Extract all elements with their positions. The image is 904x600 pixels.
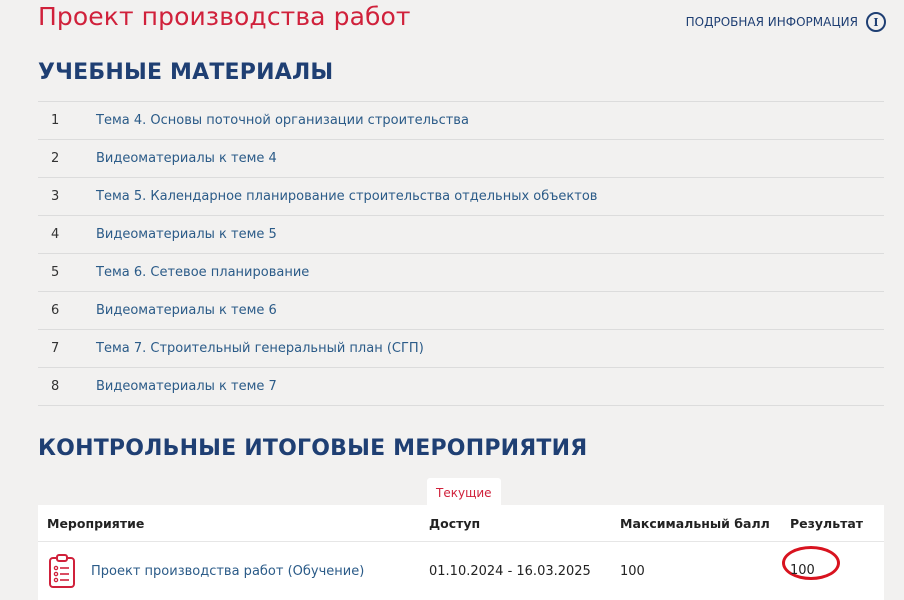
page-title: Проект производства работ bbox=[38, 2, 411, 31]
clipboard-list-icon bbox=[49, 554, 75, 588]
list-item: 7 Тема 7. Строительный генеральный план … bbox=[38, 329, 884, 367]
material-link[interactable]: Видеоматериалы к теме 7 bbox=[96, 379, 277, 394]
events-heading: КОНТРОЛЬНЫЕ ИТОГОВЫЕ МЕРОПРИЯТИЯ bbox=[38, 436, 588, 461]
item-number: 6 bbox=[51, 303, 60, 318]
item-number: 5 bbox=[51, 265, 60, 280]
material-link[interactable]: Тема 5. Календарное планирование строите… bbox=[96, 189, 597, 204]
event-link[interactable]: Проект производства работ (Обучение) bbox=[91, 564, 364, 579]
table-row: Проект производства работ (Обучение) 01.… bbox=[38, 541, 884, 600]
max-score: 100 bbox=[620, 563, 645, 579]
item-number: 7 bbox=[51, 341, 60, 356]
list-item: 1 Тема 4. Основы поточной организации ст… bbox=[38, 101, 884, 139]
materials-list: 1 Тема 4. Основы поточной организации ст… bbox=[38, 101, 884, 406]
events-table: Мероприятие Доступ Максимальный балл Рез… bbox=[38, 505, 884, 600]
item-number: 1 bbox=[51, 113, 60, 128]
details-link[interactable]: ПОДРОБНАЯ ИНФОРМАЦИЯ i bbox=[686, 12, 886, 32]
list-item: 4 Видеоматериалы к теме 5 bbox=[38, 215, 884, 253]
item-number: 8 bbox=[51, 379, 60, 394]
item-number: 2 bbox=[51, 151, 60, 166]
table-header: Мероприятие Доступ Максимальный балл Рез… bbox=[38, 505, 884, 541]
event-cell: Проект производства работ (Обучение) bbox=[38, 553, 420, 589]
item-number: 3 bbox=[51, 189, 60, 204]
details-link-label: ПОДРОБНАЯ ИНФОРМАЦИЯ bbox=[685, 15, 858, 29]
info-circle-icon: i bbox=[866, 12, 886, 32]
item-number: 4 bbox=[51, 227, 60, 242]
list-item: 3 Тема 5. Календарное планирование строи… bbox=[38, 177, 884, 215]
list-item: 6 Видеоматериалы к теме 6 bbox=[38, 291, 884, 329]
column-header-access: Доступ bbox=[429, 515, 481, 531]
material-link[interactable]: Тема 4. Основы поточной организации стро… bbox=[96, 113, 469, 128]
column-header-event: Мероприятие bbox=[47, 515, 145, 531]
list-item: 2 Видеоматериалы к теме 4 bbox=[38, 139, 884, 177]
material-link[interactable]: Видеоматериалы к теме 6 bbox=[96, 303, 277, 318]
tab-current[interactable]: Текущие bbox=[427, 478, 501, 506]
material-link[interactable]: Видеоматериалы к теме 5 bbox=[96, 227, 277, 242]
material-link[interactable]: Видеоматериалы к теме 4 bbox=[96, 151, 277, 166]
material-link[interactable]: Тема 6. Сетевое планирование bbox=[96, 265, 309, 280]
column-header-result: Результат bbox=[790, 515, 864, 531]
list-item: 5 Тема 6. Сетевое планирование bbox=[38, 253, 884, 291]
materials-heading: УЧЕБНЫЕ МАТЕРИАЛЫ bbox=[38, 60, 334, 85]
material-link[interactable]: Тема 7. Строительный генеральный план (С… bbox=[96, 341, 424, 356]
result-value: 100 bbox=[790, 562, 815, 578]
list-item: 8 Видеоматериалы к теме 7 bbox=[38, 367, 884, 406]
result-cell: 100 bbox=[781, 545, 884, 580]
access-dates: 01.10.2024 - 16.03.2025 bbox=[429, 563, 591, 579]
column-header-max-score: Максимальный балл bbox=[620, 515, 770, 531]
